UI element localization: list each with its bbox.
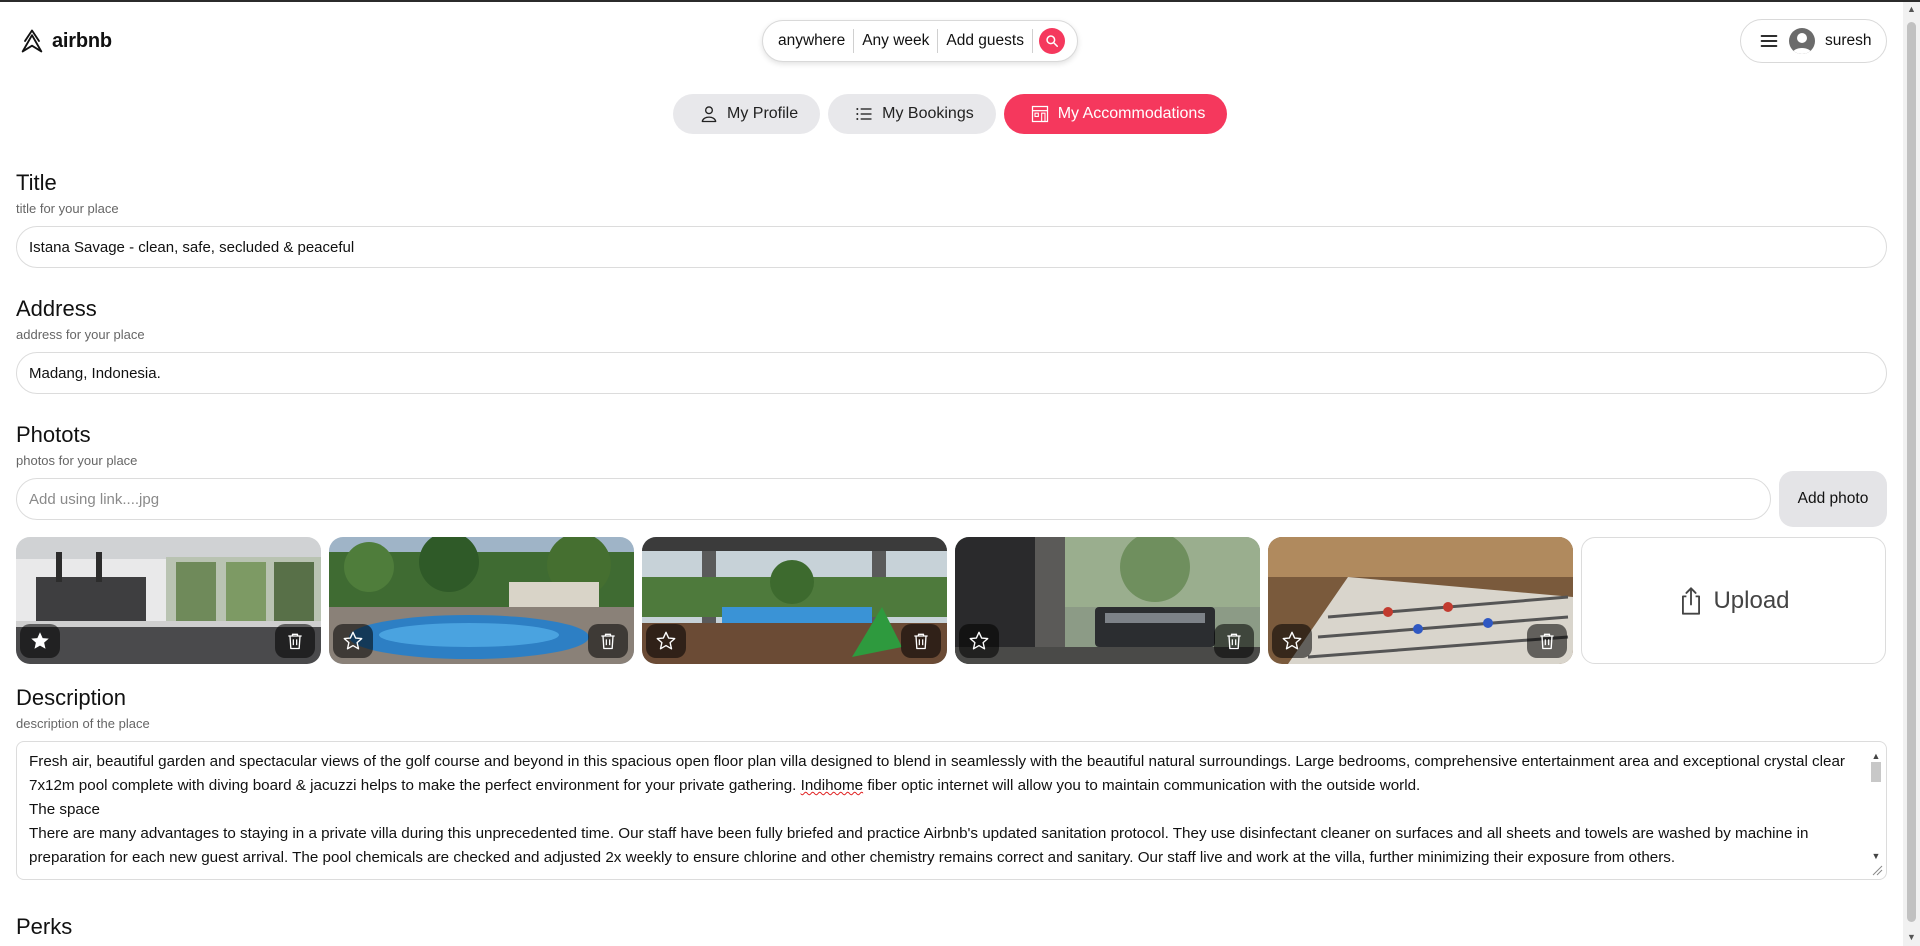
star-outline-icon <box>656 631 676 650</box>
perks-heading: Perks <box>16 914 73 939</box>
scroll-down-arrow-icon[interactable]: ▼ <box>1903 932 1920 942</box>
avatar <box>1789 28 1815 54</box>
address-heading: Address <box>16 296 97 321</box>
address-subtext: address for your place <box>16 327 145 342</box>
scroll-thumb[interactable] <box>1871 762 1881 782</box>
photo-thumbnail <box>16 537 321 664</box>
trash-icon <box>1540 633 1554 650</box>
person-icon <box>701 106 717 123</box>
star-outline-icon <box>1282 631 1302 650</box>
user-menu-button[interactable]: suresh <box>1740 19 1887 63</box>
title-subtext: title for your place <box>16 201 119 216</box>
trash-icon <box>288 633 302 650</box>
photo-thumbnail <box>329 537 634 664</box>
photo-grid: Upload <box>16 537 1886 664</box>
upload-icon <box>1682 586 1701 615</box>
resize-handle-icon[interactable] <box>1871 864 1883 876</box>
search-button[interactable] <box>1038 28 1065 54</box>
tab-my-accommodations[interactable]: My Accommodations <box>1003 94 1228 134</box>
tab-label: My Profile <box>727 105 799 122</box>
scroll-thumb[interactable] <box>1907 22 1916 922</box>
photos-heading: Photots <box>16 422 91 447</box>
photos-subtext: photos for your place <box>16 453 138 468</box>
user-name: suresh <box>1825 32 1872 49</box>
photo-link-input[interactable]: Add using link....jpg <box>16 478 1771 520</box>
trash-icon <box>914 633 928 650</box>
set-main-photo-button[interactable] <box>959 624 999 658</box>
title-heading: Title <box>16 170 57 195</box>
upload-photo-button[interactable]: Upload <box>1581 537 1886 664</box>
trash-icon <box>601 633 615 650</box>
set-main-photo-button[interactable] <box>20 624 60 658</box>
delete-photo-button[interactable] <box>1527 624 1567 658</box>
delete-photo-button[interactable] <box>901 624 941 658</box>
delete-photo-button[interactable] <box>1214 624 1254 658</box>
star-outline-icon <box>343 631 363 650</box>
search-bar[interactable]: anywhere Any week Add guests <box>762 20 1078 62</box>
description-paragraph: Fresh air, beautiful garden and spectacu… <box>29 750 1846 798</box>
photo-thumbnail <box>955 537 1260 664</box>
star-filled-icon <box>31 632 49 649</box>
logo[interactable]: airbnb <box>18 26 112 56</box>
search-icon <box>1046 35 1058 48</box>
textarea-scrollbar[interactable]: ▲ ▼ <box>1868 744 1884 877</box>
account-tabs: My Profile My Bookings My Accommodations <box>673 94 1228 134</box>
airbnb-logo-icon <box>21 29 43 53</box>
search-where[interactable]: anywhere <box>778 30 853 52</box>
search-when[interactable]: Any week <box>854 30 937 52</box>
address-input[interactable]: Madang, Indonesia. <box>16 352 1887 394</box>
building-icon <box>1031 105 1048 123</box>
page-scrollbar[interactable]: ▲ ▼ <box>1903 2 1920 946</box>
set-main-photo-button[interactable] <box>646 624 686 658</box>
misspelled-word: Indihome <box>800 777 864 794</box>
list-icon <box>856 108 872 120</box>
star-outline-icon <box>969 631 989 650</box>
tab-label: My Bookings <box>882 105 974 122</box>
upload-label: Upload <box>1713 586 1790 614</box>
description-line: There are many advantages to staying in … <box>29 825 1809 866</box>
search-guests[interactable]: Add guests <box>938 30 1032 52</box>
tab-my-bookings[interactable]: My Bookings <box>828 94 996 134</box>
tab-label: My Accommodations <box>1057 105 1206 122</box>
user-avatar-icon <box>1792 33 1812 54</box>
photo-thumbnail <box>1268 537 1573 664</box>
brand-name: airbnb <box>52 29 112 52</box>
scroll-up-arrow-icon[interactable]: ▲ <box>1903 4 1920 14</box>
description-textarea[interactable]: Fresh air, beautiful garden and spectacu… <box>16 741 1887 880</box>
description-line: The space <box>29 801 100 818</box>
trash-icon <box>1227 633 1241 650</box>
divider <box>1031 29 1033 53</box>
set-main-photo-button[interactable] <box>333 624 373 658</box>
add-photo-button[interactable]: Add photo <box>1779 471 1887 527</box>
title-input[interactable]: Istana Savage - clean, safe, secluded & … <box>16 226 1887 268</box>
tab-my-profile[interactable]: My Profile <box>673 94 821 134</box>
delete-photo-button[interactable] <box>588 624 628 658</box>
delete-photo-button[interactable] <box>275 624 315 658</box>
header: airbnb anywhere Any week Add guests sure <box>0 2 1900 78</box>
set-main-photo-button[interactable] <box>1272 624 1312 658</box>
description-text: fiber optic internet will allow you to m… <box>863 777 1421 794</box>
description-subtext: description of the place <box>16 716 150 731</box>
description-heading: Description <box>16 685 127 710</box>
hamburger-icon <box>1760 35 1778 47</box>
photo-thumbnail <box>642 537 947 664</box>
